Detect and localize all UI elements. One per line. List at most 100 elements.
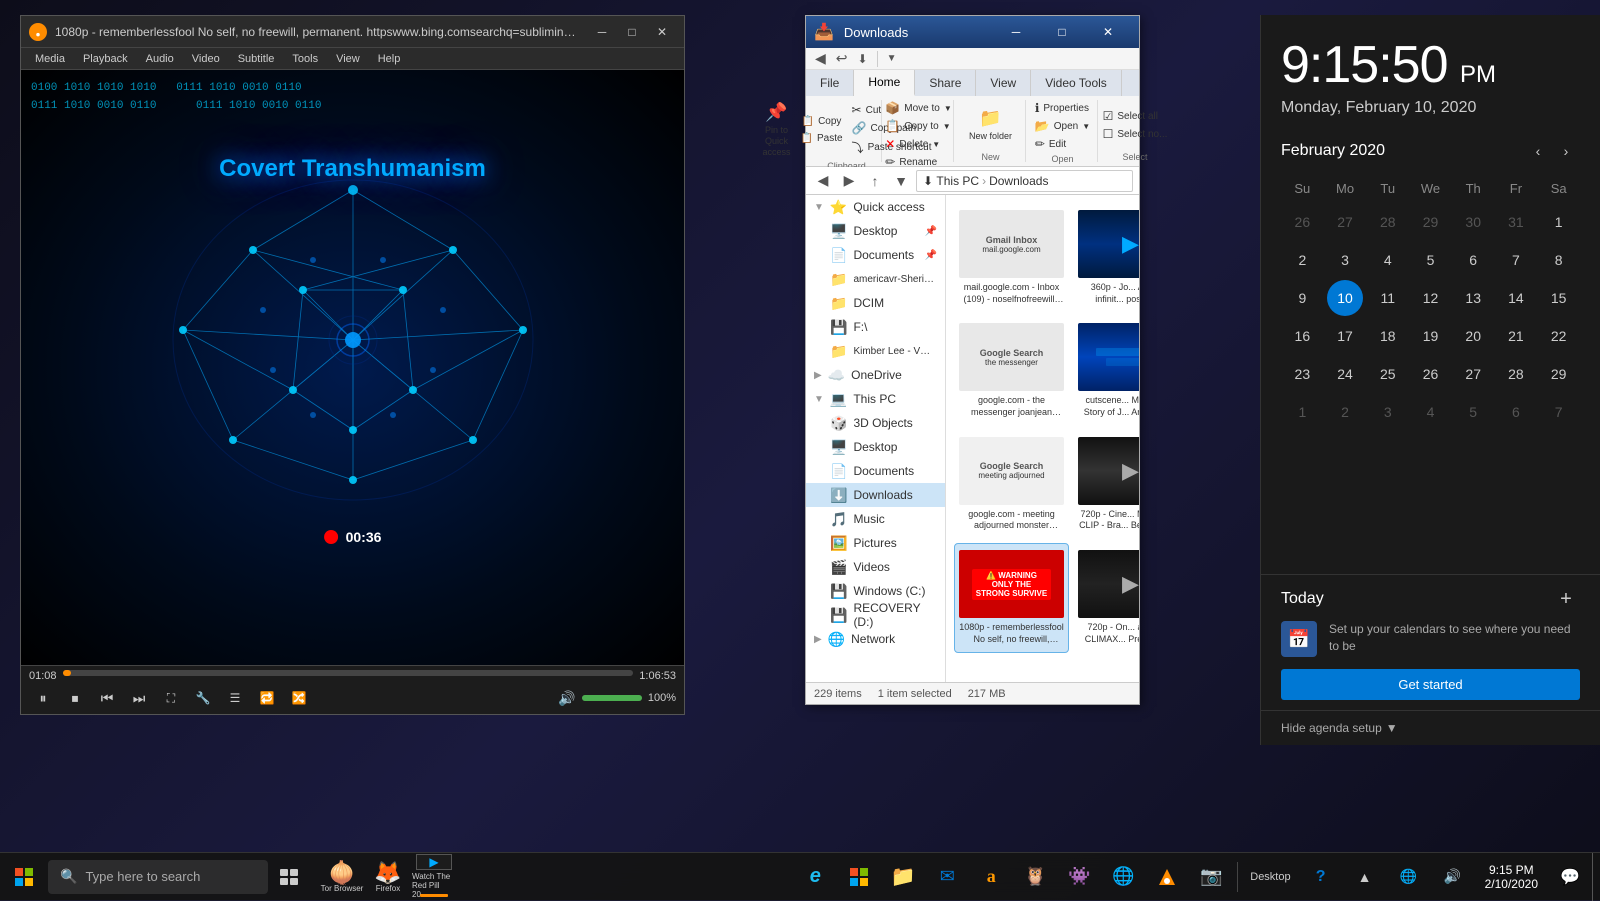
sidebar-item-3d-objects[interactable]: 🎲 3D Objects [806,411,945,435]
ribbon-select-none-button[interactable]: ☐ Select no... [1100,126,1171,142]
taskbar-store-button[interactable] [837,853,881,901]
cal-cell-24[interactable]: 24 [1327,356,1363,392]
taskbar-vlc-button[interactable] [1145,853,1189,901]
vlc-menu-audio[interactable]: Audio [138,48,182,70]
taskbar-show-desktop-button[interactable] [1592,853,1600,901]
explorer-minimize-button[interactable]: ─ [993,16,1039,48]
cal-cell-29a[interactable]: 29 [1412,204,1448,240]
cal-cell-8[interactable]: 8 [1541,242,1577,278]
vlc-menu-subtitle[interactable]: Subtitle [230,48,283,70]
sidebar-item-americavr[interactable]: 📁 americavr-Sheridan... [806,267,945,291]
ribbon-tab-videotools[interactable]: Video Tools [1031,70,1122,96]
cal-cell-2b[interactable]: 2 [1327,394,1363,430]
cal-cell-5[interactable]: 5 [1412,242,1448,278]
cal-cell-4b[interactable]: 4 [1412,394,1448,430]
taskbar-explorer-button[interactable]: 📁 [881,853,925,901]
sidebar-item-music[interactable]: 🎵 Music [806,507,945,531]
cal-cell-5b[interactable]: 5 [1455,394,1491,430]
nav-recent-button[interactable]: ▼ [890,170,912,192]
ribbon-select-all-button[interactable]: ☑ Select all [1100,108,1171,124]
ribbon-tab-home[interactable]: Home [854,70,915,96]
ribbon-copy-button[interactable]: 📋 Copy [797,114,847,129]
qat-back-button[interactable]: ◀ [812,50,829,67]
cal-cell-15[interactable]: 15 [1541,280,1577,316]
vlc-next-button[interactable]: ⏭ [125,686,153,710]
cal-cell-20[interactable]: 20 [1455,318,1491,354]
file-item-gmail[interactable]: Gmail Inbox mail.google.com mail.google.… [954,203,1069,312]
sidebar-item-documents[interactable]: 📄 Documents 📌 [806,243,945,267]
cal-cell-27b[interactable]: 27 [1455,356,1491,392]
cal-cell-26b[interactable]: 26 [1412,356,1448,392]
vlc-volume-bar[interactable] [582,695,642,701]
ribbon-paste-button[interactable]: 📋 Paste [797,131,847,146]
file-item-messenger[interactable]: Google Search the messenger google.com -… [954,316,1069,425]
file-item-meeting[interactable]: Google Search meeting adjourned google.c… [954,430,1069,539]
taskbar-browser-button[interactable]: 🌐 [1101,853,1145,901]
taskbar-search-bar[interactable]: 🔍 Type here to search [48,860,268,894]
cal-cell-12[interactable]: 12 [1412,280,1448,316]
cal-cell-3b[interactable]: 3 [1370,394,1406,430]
cal-cell-6[interactable]: 6 [1455,242,1491,278]
cal-cell-11[interactable]: 11 [1370,280,1406,316]
sidebar-item-documents2[interactable]: 📄 Documents [806,459,945,483]
sidebar-item-onedrive[interactable]: ▶ ☁️ OneDrive [806,363,945,387]
ribbon-pin-button[interactable]: 📌 Pin to Quick access [759,100,795,159]
cal-cell-1a[interactable]: 1 [1541,204,1577,240]
cal-cell-25[interactable]: 25 [1370,356,1406,392]
vlc-video-area[interactable]: 0100 1010 1010 1010 0111 1010 0010 0110 … [21,70,684,665]
taskbar-alien-button[interactable]: 👾 [1057,853,1101,901]
nav-forward-button[interactable]: ▶ [838,170,860,192]
sidebar-item-network[interactable]: ▶ 🌐 Network [806,627,945,651]
sidebar-item-f-drive[interactable]: 💾 F:\ [806,315,945,339]
cal-cell-6b[interactable]: 6 [1498,394,1534,430]
sidebar-item-kimber[interactable]: 📁 Kimber Lee - VR Pac [806,339,945,363]
vlc-progress-bar[interactable] [63,670,634,676]
vlc-extended-button[interactable]: 🔧 [189,686,217,710]
taskbar-clock[interactable]: 9:15 PM 2/10/2020 [1475,853,1548,901]
sidebar-item-desktop[interactable]: 🖥️ Desktop 📌 [806,219,945,243]
taskbar-action-center-button[interactable]: 💬 [1548,853,1592,901]
sidebar-item-desktop2[interactable]: 🖥️ Desktop [806,435,945,459]
file-item-1080p-rfool[interactable]: ⚠️ WARNINGONLY THESTRONG SURVIVE 1080p -… [954,543,1069,652]
sidebar-item-recovery-d[interactable]: 💾 RECOVERY (D:) [806,603,945,627]
cal-cell-14[interactable]: 14 [1498,280,1534,316]
calendar-prev-button[interactable]: ‹ [1524,137,1552,165]
ribbon-tab-view[interactable]: View [976,70,1031,96]
ribbon-move-to-button[interactable]: 📦 Move to ▼ [882,100,954,116]
file-item-360p[interactable]: ▶ 360p - Jo... Arc vs... infinit... poss… [1073,203,1139,312]
cal-cell-16[interactable]: 16 [1284,318,1320,354]
vlc-menu-video[interactable]: Video [184,48,228,70]
cal-cell-31a[interactable]: 31 [1498,204,1534,240]
vlc-stop-button[interactable]: ⏹ [61,686,89,710]
hide-agenda-button[interactable]: Hide agenda setup ▼ [1261,710,1600,745]
vlc-menu-help[interactable]: Help [370,48,409,70]
ribbon-new-folder-button[interactable]: 📁 New folder [965,106,1016,144]
taskbar-network-icon[interactable]: 🌐 [1387,853,1431,901]
cal-cell-1b[interactable]: 1 [1284,394,1320,430]
cal-cell-10-today[interactable]: 10 [1327,280,1363,316]
qat-properties-button[interactable]: ⬇ [855,52,871,66]
file-item-cutscene[interactable]: cutscene... Messeng... Story of J... Arc… [1073,316,1139,425]
vlc-fullscreen-button[interactable]: ⛶ [157,686,185,710]
vlc-playlist-button[interactable]: ☰ [221,686,249,710]
taskbar-notification-button[interactable]: ▲ [1343,853,1387,901]
nav-up-button[interactable]: ↑ [864,170,886,192]
sidebar-item-pictures[interactable]: 🖼️ Pictures [806,531,945,555]
agenda-add-button[interactable]: + [1552,585,1580,613]
cal-cell-19[interactable]: 19 [1412,318,1448,354]
cal-cell-7b[interactable]: 7 [1541,394,1577,430]
file-item-720p-cinema[interactable]: ▶ 720p - Cine... Man (18)... CLIP - Bra.… [1073,430,1139,539]
vlc-play-pause-button[interactable]: ⏸ [29,686,57,710]
qat-dropdown-button[interactable]: ▼ [884,53,900,64]
vlc-close-button[interactable]: ✕ [648,21,676,43]
vlc-random-button[interactable]: 🔀 [285,686,313,710]
vlc-menu-playback[interactable]: Playback [75,48,136,70]
vlc-prev-button[interactable]: ⏮ [93,686,121,710]
cal-cell-28[interactable]: 28 [1498,356,1534,392]
cal-cell-17[interactable]: 17 [1327,318,1363,354]
sidebar-item-dcim[interactable]: 📁 DCIM [806,291,945,315]
vlc-minimize-button[interactable]: ─ [588,21,616,43]
vlc-menu-tools[interactable]: Tools [284,48,326,70]
explorer-close-button[interactable]: ✕ [1085,16,1131,48]
cal-cell-18[interactable]: 18 [1370,318,1406,354]
